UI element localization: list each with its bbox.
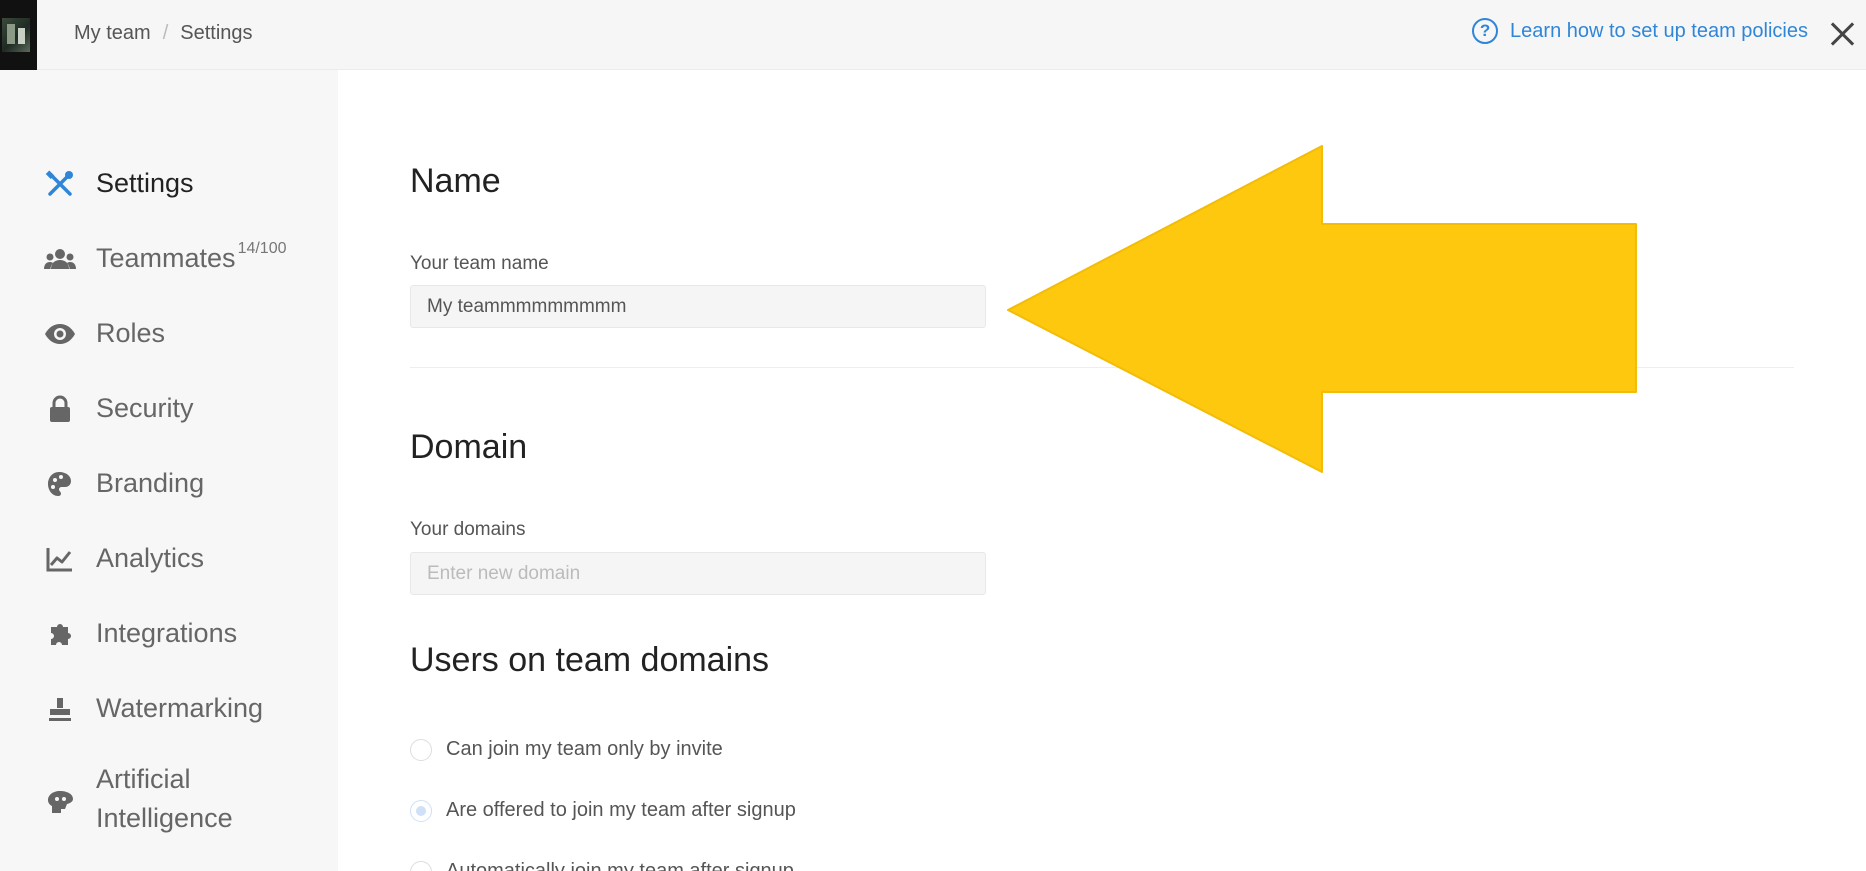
sidebar-item-label: Settings (96, 167, 194, 198)
breadcrumb: My team / Settings (74, 22, 253, 45)
ai-label-line2: Intelligence (96, 803, 233, 833)
eye-icon (45, 324, 75, 344)
lock-icon (50, 395, 70, 422)
team-logo[interactable] (0, 0, 37, 70)
question-circle-icon: ? (1472, 18, 1499, 44)
palette-icon (48, 472, 71, 496)
breadcrumb-settings: Settings (180, 22, 253, 44)
sidebar-item-roles[interactable]: Roles (0, 305, 338, 361)
users-section-title: Users on team domains (410, 641, 770, 679)
tools-icon (45, 170, 73, 196)
sidebar-item-label: Roles (96, 317, 166, 348)
puzzle-icon (51, 624, 71, 645)
sidebar-item-label: Analytics (96, 542, 205, 573)
section-divider (410, 367, 1794, 368)
breadcrumb-team[interactable]: My team (74, 22, 151, 45)
ai-icon (48, 791, 73, 813)
people-icon (44, 249, 76, 269)
sidebar-item-branding[interactable]: Branding (0, 455, 338, 511)
chart-icon (46, 548, 72, 572)
radio-button[interactable] (410, 738, 432, 761)
help-link-label: Learn how to set up team policies (1510, 19, 1808, 42)
sidebar-item-teammates[interactable]: Teammates 14/100 (0, 230, 338, 286)
sidebar-item-settings[interactable]: Settings (0, 155, 338, 211)
breadcrumb-separator: / (162, 22, 169, 44)
sidebar-item-label: Watermarking (96, 692, 264, 723)
team-name-label: Your team name (410, 253, 549, 274)
radio-label: Can join my team only by invite (446, 738, 723, 760)
ai-label-line1: Artificial (96, 764, 191, 794)
radio-label: Automatically join my team after signup (446, 860, 794, 871)
sidebar-item-label: Integrations (96, 617, 238, 648)
sidebar-item-security[interactable]: Security (0, 380, 338, 436)
sidebar-item-artificial-intelligence[interactable]: Artificial Intelligence (0, 760, 338, 842)
teammates-count-badge: 14/100 (237, 239, 287, 257)
teammates-label: Teammates (96, 242, 236, 273)
sidebar-item-label: Branding (96, 467, 205, 498)
sidebar: Settings Teammates 14/100 Roles Security… (0, 70, 338, 871)
sidebar-item-label: Teammates 14/100 (96, 239, 287, 278)
name-section-title: Name (410, 162, 501, 200)
radio-button[interactable] (410, 860, 432, 871)
sidebar-item-integrations[interactable]: Integrations (0, 605, 338, 661)
radio-button[interactable] (410, 799, 432, 822)
sidebar-item-watermarking[interactable]: Watermarking (0, 680, 338, 736)
radio-label: Are offered to join my team after signup (446, 799, 796, 821)
domain-input[interactable] (410, 552, 986, 595)
help-link[interactable]: ? Learn how to set up team policies (1472, 18, 1808, 44)
radio-invite-only[interactable]: Can join my team only by invite (410, 738, 723, 761)
team-logo-image (2, 18, 30, 52)
stamp-icon (49, 698, 71, 721)
top-bar: My team / Settings ? Learn how to set up… (0, 0, 1866, 70)
domain-section-title: Domain (410, 428, 528, 466)
radio-offered-after-signup[interactable]: Are offered to join my team after signup (410, 799, 796, 822)
sidebar-item-analytics[interactable]: Analytics (0, 530, 338, 586)
radio-auto-join[interactable]: Automatically join my team after signup (410, 860, 794, 871)
close-icon[interactable] (1824, 15, 1860, 51)
domains-label: Your domains (410, 519, 526, 540)
main-content: Name Your team name Domain Your domains … (338, 70, 1866, 871)
sidebar-item-label: Artificial Intelligence (96, 760, 233, 838)
sidebar-item-label: Security (96, 392, 194, 423)
team-name-input[interactable] (410, 285, 986, 328)
